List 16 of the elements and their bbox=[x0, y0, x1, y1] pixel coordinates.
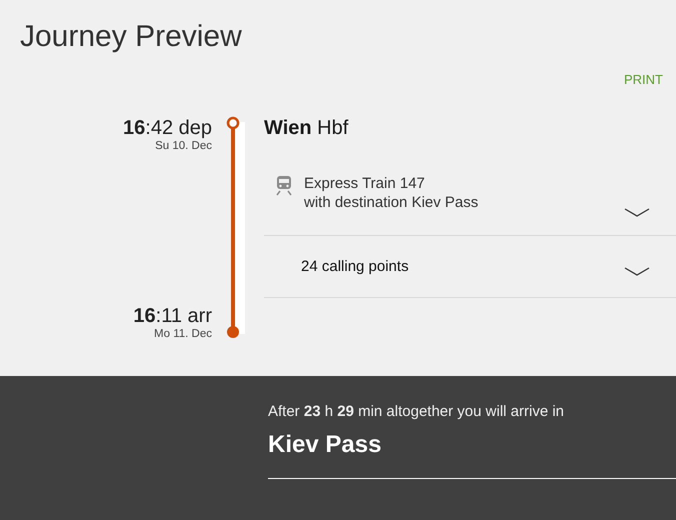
page-title: Journey Preview bbox=[19, 19, 243, 55]
departure-date: Su 10. Dec bbox=[155, 140, 212, 152]
train-info: Express Train 147 bbox=[304, 174, 426, 193]
arrival-date: Mo 11. Dec bbox=[154, 328, 212, 340]
train-icon bbox=[276, 176, 292, 196]
destination-name: Kiev Pass bbox=[268, 430, 382, 460]
expandable-row[interactable]: Express Train 147 with destination Kiev Pass bbox=[264, 170, 676, 236]
expandable-row[interactable]: 24 calling points bbox=[264, 236, 676, 298]
station-name: Wien Hbf bbox=[264, 116, 350, 140]
chevron-icon bbox=[624, 208, 650, 218]
arrival-time: 16:11 arr bbox=[133, 304, 212, 328]
calling-points: 24 calling points bbox=[301, 257, 409, 276]
train-info: with destination Kiev Pass bbox=[304, 193, 478, 212]
arrival-summary: After 23 h 29 min altogether you will arrive in bbox=[268, 402, 566, 422]
chevron-icon bbox=[624, 267, 650, 277]
departure-time: 16:42 dep bbox=[123, 116, 212, 140]
